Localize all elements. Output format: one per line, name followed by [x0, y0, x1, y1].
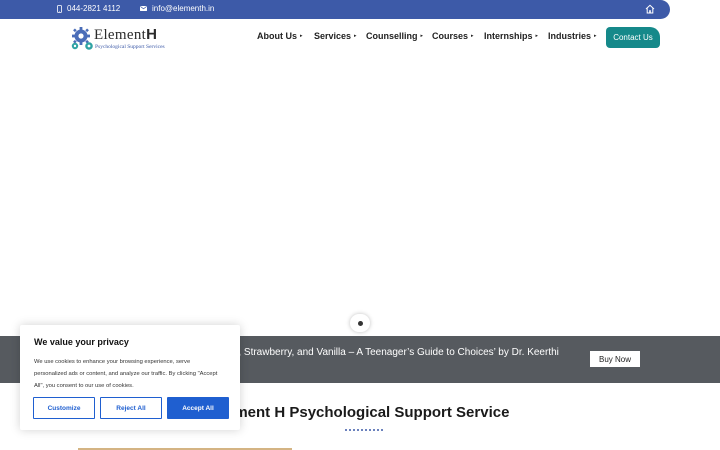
email-address: info@elementh.in — [152, 4, 215, 13]
cookie-title: We value your privacy — [34, 337, 129, 347]
customize-button[interactable]: Customize — [33, 397, 95, 419]
nav-services[interactable]: Services ▸ — [314, 31, 357, 41]
accept-all-button[interactable]: Accept All — [167, 397, 229, 419]
slider-pagination[interactable] — [350, 314, 370, 332]
caret-icon: ▸ — [594, 33, 597, 39]
contact-us-button[interactable]: Contact Us — [606, 27, 660, 48]
cookie-consent-banner: We value your privacy We use cookies to … — [20, 325, 240, 430]
nav-counselling[interactable]: Counselling ▸ — [366, 31, 423, 41]
slider-dot[interactable] — [357, 320, 363, 326]
logo-wordmark: ElementH — [94, 26, 158, 43]
caret-icon: ▸ — [420, 33, 424, 39]
home-icon — [645, 4, 655, 14]
nav-courses[interactable]: Courses ▸ — [432, 31, 474, 41]
nav-internships[interactable]: Internships ▸ — [484, 31, 538, 41]
section-heading: ement H Psychological Support Service — [226, 404, 510, 421]
caret-icon: ▸ — [471, 33, 474, 39]
buy-now-button[interactable]: Buy Now — [590, 351, 640, 367]
caret-icon: ▸ — [535, 33, 539, 39]
phone-link[interactable]: 044-2821 4112 — [57, 4, 120, 13]
nav-industries[interactable]: Industries ▸ — [548, 31, 597, 41]
site-logo[interactable]: ElementH Psychological Support Services — [70, 25, 170, 55]
cookie-actions: Customize Reject All Accept All — [33, 397, 229, 419]
gear-logo-icon — [71, 27, 93, 50]
logo-tagline: Psychological Support Services — [95, 44, 165, 50]
phone-number: 044-2821 4112 — [67, 4, 121, 13]
reject-all-button[interactable]: Reject All — [100, 397, 162, 419]
nav-about-us[interactable]: About Us ▸ — [257, 31, 303, 41]
caret-icon: ▸ — [354, 33, 357, 39]
site-header: ElementH Psychological Support Services … — [0, 19, 720, 59]
heading-divider — [345, 429, 383, 431]
email-link[interactable]: info@elementh.in — [140, 4, 214, 13]
caret-icon: ▸ — [300, 33, 303, 39]
top-contact-bar: 044-2821 4112 info@elementh.in — [0, 0, 670, 19]
home-link[interactable] — [645, 4, 655, 16]
phone-icon — [57, 4, 62, 13]
promo-text: te, Strawberry, and Vanilla – A Teenager… — [230, 347, 559, 358]
hero-slider — [0, 59, 720, 336]
cookie-text: We use cookies to enhance your browsing … — [34, 359, 218, 389]
mail-icon — [140, 6, 147, 11]
